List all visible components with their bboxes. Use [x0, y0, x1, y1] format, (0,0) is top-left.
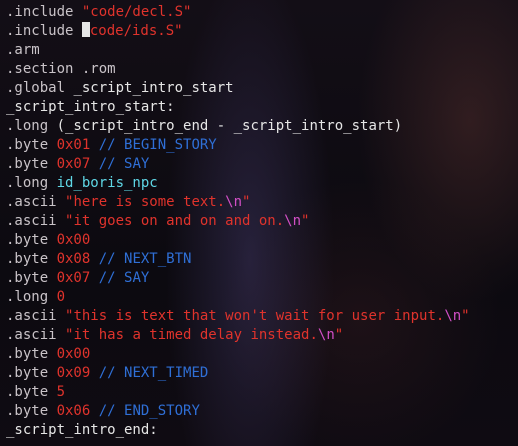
code-token: " [242, 194, 251, 210]
code-line[interactable]: .ascii "here is some text.\n" [6, 193, 518, 212]
code-token: 0x07 [56, 156, 91, 172]
code-token: _script_intro_end: [6, 422, 158, 438]
code-token: "it goes on and on and on. [65, 213, 285, 229]
code-token: .section .rom [6, 61, 116, 77]
code-token: .include [6, 4, 82, 20]
code-token: .byte [6, 270, 57, 286]
code-token: // END_STORY [90, 403, 200, 419]
code-token: // NEXT_TIMED [90, 365, 209, 381]
code-token: .arm [6, 42, 40, 58]
code-token: .byte [6, 346, 57, 362]
code-token: .ascii [6, 327, 66, 343]
code-token: // NEXT_BTN [90, 251, 192, 267]
code-line[interactable]: .include "code/decl.S" [6, 3, 518, 22]
code-token: "here is some text. [65, 194, 226, 210]
code-token: (_script_intro_end - _script_intro_start… [56, 118, 403, 134]
code-editor[interactable]: .include "code/decl.S" .include code/ids.… [6, 3, 518, 440]
code-line[interactable]: .byte 0x08 // NEXT_BTN [6, 250, 518, 269]
code-line[interactable]: .byte 0x09 // NEXT_TIMED [6, 364, 518, 383]
code-line[interactable]: .long 0 [6, 288, 518, 307]
code-token: .byte [6, 137, 57, 153]
code-token: \n [317, 327, 335, 343]
code-line[interactable]: .ascii "this is text that won't wait for… [6, 307, 518, 326]
code-token: .byte [6, 232, 57, 248]
code-line[interactable]: .byte 0x07 // SAY [6, 155, 518, 174]
code-token: "code/decl.S" [81, 4, 192, 20]
code-line[interactable]: .byte 0x01 // BEGIN_STORY [6, 136, 518, 155]
code-line[interactable]: .ascii "it has a timed delay instead.\n" [6, 326, 518, 345]
code-token: " [334, 327, 344, 343]
code-token: .long [6, 289, 57, 305]
code-token: 0x00 [56, 346, 91, 362]
text-cursor [81, 22, 90, 37]
code-token: 0 [56, 289, 66, 305]
code-token: \n [284, 213, 302, 229]
code-token: .byte [6, 251, 57, 267]
code-line[interactable]: .section .rom [6, 60, 518, 79]
code-token: .global [6, 80, 74, 96]
code-token: "this is text that won't wait for user i… [65, 308, 445, 324]
code-line[interactable]: .ascii "it goes on and on and on.\n" [6, 212, 518, 231]
code-line[interactable]: .long (_script_intro_end - _script_intro… [6, 117, 518, 136]
code-token: .byte [6, 403, 57, 419]
code-token: 0x08 [56, 251, 91, 267]
code-token: 0x01 [56, 137, 91, 153]
code-line[interactable]: _script_intro_end: [6, 421, 518, 440]
code-token: .include [6, 23, 82, 39]
code-line[interactable]: .include code/ids.S" [6, 22, 518, 41]
code-token: .byte [6, 156, 57, 172]
code-token: 0x06 [56, 403, 91, 419]
code-token: " [301, 213, 310, 229]
code-token: _script_intro_start [73, 80, 234, 96]
code-token: 0x00 [56, 232, 91, 248]
code-token: .ascii [6, 308, 66, 324]
code-token: \n [444, 308, 462, 324]
code-token: 5 [56, 384, 66, 400]
code-token: // SAY [90, 156, 150, 172]
code-token: .ascii [6, 194, 66, 210]
code-line[interactable]: .byte 0x00 [6, 231, 518, 250]
code-line[interactable]: .global _script_intro_start [6, 79, 518, 98]
code-line[interactable]: .byte 0x06 // END_STORY [6, 402, 518, 421]
code-token: .ascii [6, 213, 66, 229]
code-line[interactable]: .long id_boris_npc [6, 174, 518, 193]
code-token: code/ids.S" [89, 23, 183, 39]
code-line[interactable]: .byte 5 [6, 383, 518, 402]
code-token: .long [6, 118, 57, 134]
code-token: _script_intro_start: [6, 99, 175, 115]
code-line[interactable]: _script_intro_start: [6, 98, 518, 117]
code-token: "it has a timed delay instead. [65, 327, 318, 343]
code-token: // SAY [90, 270, 150, 286]
code-line[interactable]: .byte 0x07 // SAY [6, 269, 518, 288]
code-token: .byte [6, 384, 57, 400]
code-token: 0x09 [56, 365, 91, 381]
code-line[interactable]: .arm [6, 41, 518, 60]
code-token: \n [225, 194, 243, 210]
code-token: // BEGIN_STORY [90, 137, 217, 153]
code-token: 0x07 [56, 270, 91, 286]
code-token: .long [6, 175, 57, 191]
code-token: " [461, 308, 470, 324]
code-token: id_boris_npc [56, 175, 158, 191]
code-line[interactable]: .byte 0x00 [6, 345, 518, 364]
code-token: .byte [6, 365, 57, 381]
